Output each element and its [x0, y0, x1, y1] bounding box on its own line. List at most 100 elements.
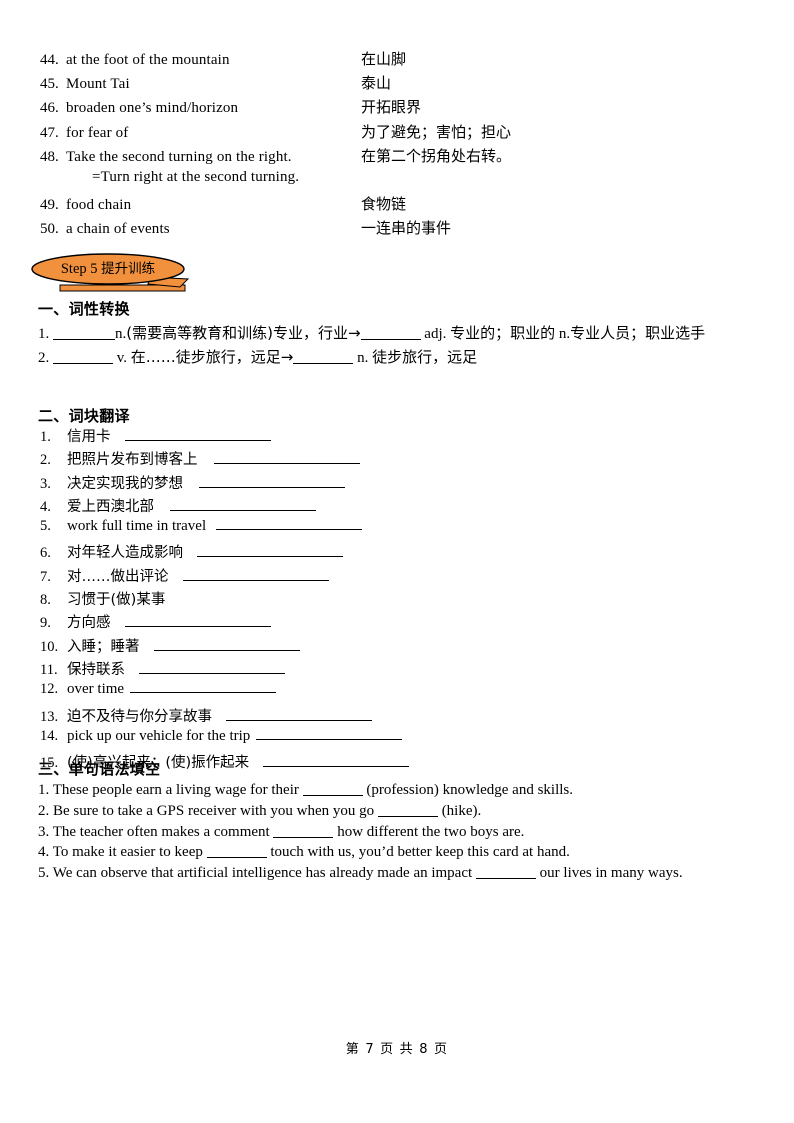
translation-row: 2. 把照片发布到博客上	[40, 448, 770, 471]
translation-number: 7.	[40, 568, 51, 585]
translation-row: 13. 迫不及待与你分享故事	[40, 705, 770, 728]
answer-blank[interactable]	[124, 616, 271, 628]
grammar-fill-number: 2.	[38, 802, 53, 819]
answer-blank[interactable]	[197, 546, 343, 558]
phrase-row: 47. for fear of 为了避免；害怕；担心	[40, 121, 754, 145]
translation-row: 6. 对年轻人造成影响	[40, 541, 770, 564]
grammar-fill-row: 1. These people earn a living wage for t…	[38, 780, 772, 801]
phrase-chinese: 在第二个拐角处右转。	[361, 146, 512, 165]
grammar-fill-before: The teacher often makes a comment	[52, 823, 274, 840]
translation-number: 6.	[40, 545, 51, 562]
translation-row: 8. 习惯于(做)某事	[40, 588, 770, 611]
phrase-number: 44.	[40, 52, 59, 68]
word-form-english: n.	[353, 349, 373, 366]
grammar-fill-before: Be sure to take a GPS receiver with you …	[53, 802, 378, 819]
translation-prompt: 把照片发布到博客上	[67, 452, 198, 469]
translation-prompt: work full time in travel	[67, 518, 207, 535]
answer-blank[interactable]	[139, 662, 285, 674]
phrase-number: 50.	[40, 221, 59, 238]
translation-row: 5. work full time in travel	[40, 518, 770, 541]
grammar-fill-after: (profession) knowledge and skills.	[362, 782, 574, 798]
translation-prompt: 爱上西澳北部	[67, 498, 154, 515]
phrase-english: food chain	[66, 197, 132, 214]
answer-blank[interactable]	[302, 795, 363, 796]
phrase-chinese: 在山脚	[361, 50, 407, 68]
phrase-row: 46. broaden one’s mind/horizon 开拓眼界	[40, 96, 754, 120]
phrase-english: at the foot of the mountain	[66, 52, 230, 68]
translation-prompt: 保持联系	[67, 661, 125, 678]
translation-row: 3. 决定实现我的梦想	[40, 472, 770, 495]
answer-blank[interactable]	[293, 362, 354, 364]
translation-prompt: pick up our vehicle for the trip	[67, 727, 251, 744]
answer-blank[interactable]	[213, 453, 360, 465]
translation-row: 10. 入睡；睡著	[40, 635, 770, 658]
translation-row: 7. 对……做出评论	[40, 565, 770, 588]
phrase-chinese: 食物链	[361, 195, 407, 214]
translation-prompt: 决定实现我的梦想	[67, 475, 183, 492]
phrase-english: for fear of	[66, 124, 129, 141]
answer-blank[interactable]	[256, 728, 403, 740]
word-form-chinese: (需要高等教育和训练)专业，行业→	[126, 324, 361, 342]
answer-blank[interactable]	[377, 815, 438, 817]
phrase-english: =Turn right at the second turning.	[92, 168, 300, 185]
answer-blank[interactable]	[53, 339, 115, 340]
translation-prompt: 方向感	[67, 615, 111, 632]
phrase-english: Mount Tai	[66, 76, 130, 93]
phrase-row: 49. food chain 食物链	[40, 193, 754, 217]
answer-blank[interactable]	[130, 682, 277, 694]
phrase-chinese: 泰山	[361, 74, 392, 93]
grammar-fill-after: how different the two boys are.	[333, 823, 525, 840]
translation-prompt: 迫不及待与你分享故事	[67, 708, 212, 725]
phrase-english: broaden one’s mind/horizon	[66, 100, 239, 117]
answer-blank[interactable]	[170, 499, 316, 511]
answer-blank[interactable]	[216, 519, 363, 531]
word-form-english: v.	[113, 349, 131, 366]
translation-row: 1. 信用卡	[40, 425, 770, 448]
translation-number: 1.	[40, 429, 51, 445]
word-form-chinese: 徒步旅行，远足	[372, 347, 478, 366]
phrase-english: a chain of events	[66, 221, 170, 238]
word-form-english: adj.	[420, 326, 451, 342]
answer-blank[interactable]	[226, 709, 372, 721]
phrase-row: 45. Mount Tai 泰山	[40, 72, 754, 96]
phrase-list: 44. at the foot of the mountain 在山脚 45. Moun…	[40, 48, 754, 242]
answer-blank[interactable]	[273, 836, 334, 838]
translation-prompt: 入睡；睡著	[67, 638, 140, 655]
translation-number: 12.	[40, 681, 59, 698]
section3-heading: 三、单句语法填空	[38, 760, 161, 778]
section2-heading: 二、词块翻译	[38, 407, 130, 425]
phrase-chinese: 为了避免；害怕；担心	[361, 122, 512, 141]
answer-blank[interactable]	[360, 339, 421, 340]
phrase-row: =Turn right at the second turning.	[40, 169, 754, 193]
phrase-row: 50. a chain of events 一连串的事件	[40, 217, 754, 241]
grammar-fill-row: 5. We can observe that artificial intell…	[38, 863, 772, 884]
word-form-number: 2.	[38, 349, 53, 366]
answer-blank[interactable]	[475, 878, 536, 880]
answer-blank[interactable]	[124, 430, 271, 441]
grammar-fill-number: 3.	[38, 823, 53, 840]
answer-blank[interactable]	[182, 569, 329, 581]
page-footer: 第 7 页 共 8 页	[345, 1042, 449, 1057]
word-form-english: n.	[555, 326, 571, 342]
translation-prompt: 信用卡	[67, 429, 111, 445]
translation-row: 11. 保持联系	[40, 658, 770, 681]
answer-blank[interactable]	[206, 857, 267, 859]
answer-blank[interactable]	[153, 639, 300, 651]
translation-prompt: 对年轻人造成影响	[67, 545, 183, 562]
word-form-chinese: 专业人员；职业选手	[570, 324, 706, 342]
grammar-fill-after: our lives in many ways.	[535, 865, 683, 882]
word-form-line: 1. n.(需要高等教育和训练)专业，行业→ adj. 专业的；职业的 n.专业…	[38, 322, 768, 346]
answer-blank[interactable]	[199, 476, 345, 488]
phrase-row: 44. at the foot of the mountain 在山脚	[40, 48, 754, 72]
translation-number: 11.	[40, 661, 58, 678]
translation-number: 8.	[40, 592, 51, 609]
grammar-fill-row: 2. Be sure to take a GPS receiver with y…	[38, 801, 772, 822]
phrase-number: 49.	[40, 197, 59, 214]
answer-blank[interactable]	[53, 362, 113, 364]
translation-number: 5.	[40, 518, 51, 535]
word-form-line: 2. v. 在……徒步旅行，远足→ n. 徒步旅行，远足	[38, 346, 768, 370]
translation-number: 2.	[40, 452, 51, 469]
section3-body: 1. These people earn a living wage for t…	[38, 780, 772, 884]
grammar-fill-after: (hike).	[437, 802, 482, 819]
answer-blank[interactable]	[263, 756, 410, 768]
